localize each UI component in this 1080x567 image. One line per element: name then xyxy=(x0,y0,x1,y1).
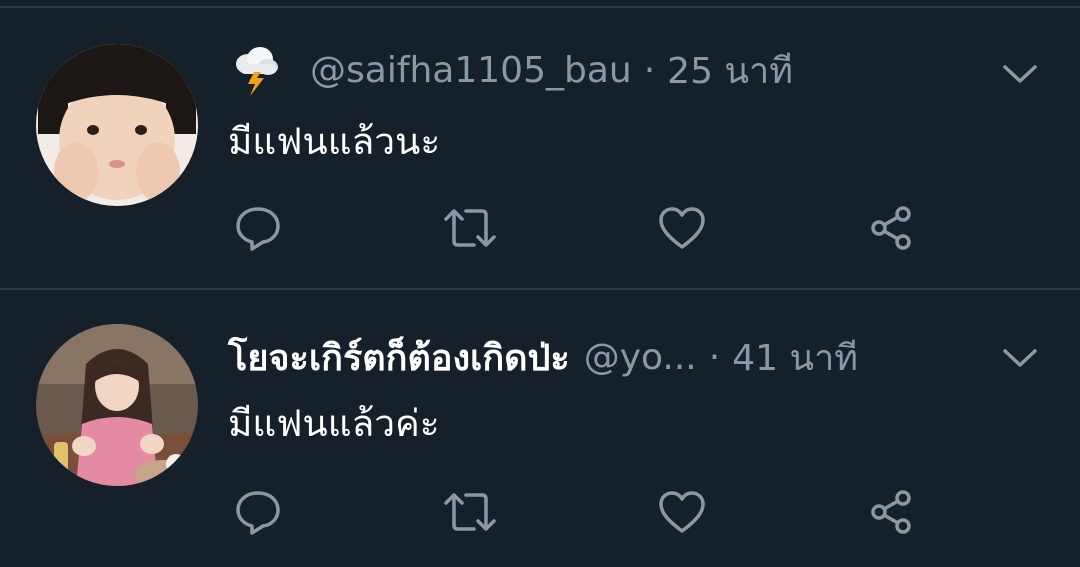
separator-dot: · xyxy=(643,49,656,91)
avatar-girl-photo xyxy=(36,324,198,486)
tweet-text: มีแฟนแล้วนะ xyxy=(228,120,441,163)
separator-dot: · xyxy=(708,336,721,378)
tweet-actions xyxy=(228,198,928,258)
avatar-child-photo xyxy=(36,44,198,206)
share-icon[interactable] xyxy=(862,198,922,258)
avatar[interactable] xyxy=(36,44,198,206)
user-handle[interactable]: @saifha1105_bau xyxy=(310,50,632,91)
share-icon[interactable] xyxy=(862,482,922,542)
cloud-lightning-icon xyxy=(236,47,278,96)
reply-icon[interactable] xyxy=(228,198,288,258)
retweet-icon[interactable] xyxy=(440,482,500,542)
display-name[interactable]: โยจะเกิร์ตก็ต้องเกิดป่ะ xyxy=(228,329,570,386)
heart-icon[interactable] xyxy=(652,482,712,542)
heart-icon[interactable] xyxy=(652,198,712,258)
tweet[interactable]: โยจะเกิร์ตก็ต้องเกิดป่ะ @yo... · 41 นาที… xyxy=(0,290,1080,567)
chevron-down-icon[interactable] xyxy=(1000,54,1040,94)
tweet-timestamp[interactable]: 25 นาที xyxy=(667,42,793,99)
tweet-text: มีแฟนแล้วค่ะ xyxy=(228,402,440,445)
tweet[interactable]: @saifha1105_bau · 25 นาที มีแฟนแล้วนะ xyxy=(0,8,1080,288)
retweet-icon[interactable] xyxy=(440,198,500,258)
tweet-timestamp[interactable]: 41 นาที xyxy=(732,329,858,386)
chevron-down-icon[interactable] xyxy=(1000,338,1040,378)
tweet-actions xyxy=(228,482,928,542)
user-handle[interactable]: @yo... xyxy=(584,337,697,378)
avatar[interactable] xyxy=(36,324,198,486)
reply-icon[interactable] xyxy=(228,482,288,542)
tweet-header: @saifha1105_bau · 25 นาที xyxy=(228,40,793,100)
tweet-header: โยจะเกิร์ตก็ต้องเกิดป่ะ @yo... · 41 นาที xyxy=(228,327,858,387)
